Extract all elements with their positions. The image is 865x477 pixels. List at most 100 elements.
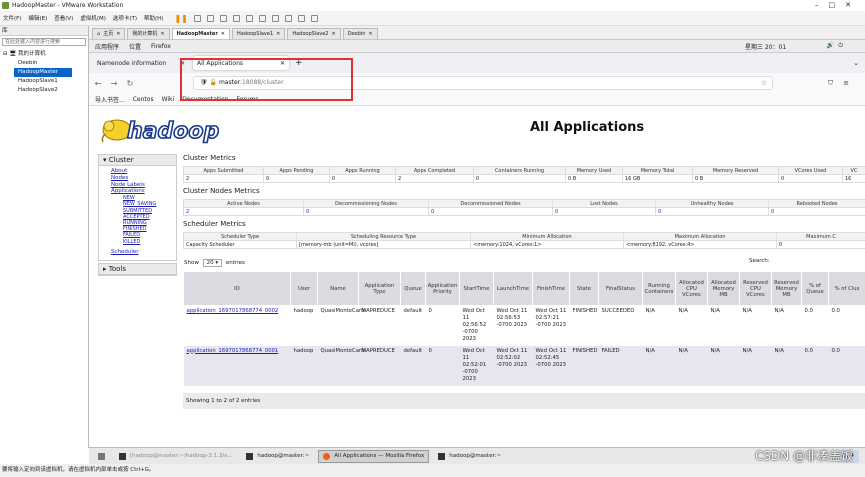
- column-header-priority[interactable]: Application Priority: [425, 271, 460, 306]
- bookmark-forums[interactable]: Forums: [236, 96, 258, 103]
- column-header-finalstatus[interactable]: FinalStatus: [598, 271, 643, 306]
- app-id-link[interactable]: application_1697017868774_0001: [183, 345, 291, 386]
- close-icon: ✕: [368, 31, 373, 37]
- table-cell: FAILED: [598, 345, 643, 386]
- firefox-tab-strip: Namenode information ✕ All Applications …: [89, 53, 865, 73]
- new-tab-button[interactable]: +: [295, 58, 303, 68]
- nav-link-about[interactable]: About: [111, 168, 176, 175]
- nav-cluster-header[interactable]: ▾ Cluster: [99, 155, 176, 166]
- metric-value-link[interactable]: 0: [655, 207, 769, 216]
- metric-value-link[interactable]: 0: [768, 207, 865, 216]
- column-header-app-type[interactable]: Application Type: [358, 271, 401, 306]
- column-header-user[interactable]: User: [290, 271, 318, 306]
- bookmark-centos[interactable]: Centos: [133, 96, 154, 103]
- tab-hadoopmaster[interactable]: HadoopMaster ✕: [171, 28, 230, 39]
- column-header-id[interactable]: ID: [183, 271, 291, 306]
- menu-tabs[interactable]: 选项卡(T): [113, 14, 137, 22]
- menu-vm[interactable]: 虚拟机(M): [80, 14, 106, 22]
- menu-view[interactable]: 查看(V): [54, 14, 73, 22]
- list-tabs-icon[interactable]: ⌄: [853, 59, 859, 67]
- taskbar-item-terminal-3[interactable]: hadoop@master:~: [433, 450, 506, 463]
- nav-link-nodes[interactable]: Nodes: [111, 175, 176, 182]
- bookmark-star-icon[interactable]: ☆: [761, 77, 767, 89]
- close-icon: ✕: [160, 31, 165, 37]
- tab-hadoopslave2[interactable]: HadoopSlave2 ✕: [287, 28, 341, 39]
- column-header-pct-queue[interactable]: % of Queue: [801, 271, 829, 306]
- column-header-queue[interactable]: Queue: [400, 271, 426, 306]
- metric-value-link[interactable]: 0: [428, 207, 553, 216]
- console-view-icon[interactable]: [297, 14, 305, 22]
- window-controls[interactable]: –□✕: [815, 0, 861, 11]
- tree-my-computer[interactable]: ⊟ 🖥 我的计算机: [0, 50, 88, 59]
- column-header-reserved-vcores[interactable]: Reserved CPU VCores: [739, 271, 772, 306]
- fullscreen-icon[interactable]: [271, 14, 279, 22]
- tab-deebin[interactable]: Deebin ✕: [342, 28, 378, 39]
- entries-select[interactable]: 20 ▾: [202, 259, 223, 267]
- stretch-icon[interactable]: [310, 14, 318, 22]
- library-view-icon[interactable]: [245, 14, 253, 22]
- tree-vm-deebin[interactable]: Deebin: [0, 59, 88, 68]
- column-header-allocated-vcores[interactable]: Allocated CPU VCores: [675, 271, 708, 306]
- tab-home[interactable]: ⌂ 主页 ✕: [92, 28, 126, 39]
- library-search-input[interactable]: 在此处键入内容进行搜索: [2, 38, 86, 46]
- snapshot-icon[interactable]: [206, 14, 214, 22]
- unity-icon[interactable]: [284, 14, 292, 22]
- forward-icon[interactable]: →: [107, 79, 121, 88]
- pause-icon[interactable]: ❚❚: [174, 14, 187, 23]
- tab-hadoopslave1[interactable]: HadoopSlave1 ✕: [232, 28, 286, 39]
- column-header-reserved-memory[interactable]: Reserved Memory MB: [771, 271, 802, 306]
- metric-value-link[interactable]: 0: [552, 207, 656, 216]
- browser-tab-all-applications[interactable]: All Applications ✕: [193, 56, 289, 70]
- nav-tools-header[interactable]: ▸ Tools: [99, 263, 176, 275]
- show-desktop-icon[interactable]: [93, 450, 110, 463]
- bookmark-documentation[interactable]: Documentation: [182, 96, 228, 103]
- metric-value: 0 B: [692, 174, 779, 183]
- app-id-link[interactable]: application_1697017868774_0002: [183, 305, 291, 346]
- tree-vm-hadoopslave1[interactable]: HadoopSlave1: [0, 77, 88, 86]
- column-header-running-containers[interactable]: Running Containers: [642, 271, 676, 306]
- manage-snapshots-icon[interactable]: [232, 14, 240, 22]
- column-header-allocated-memory[interactable]: Allocated Memory MB: [707, 271, 740, 306]
- back-icon[interactable]: ←: [91, 79, 105, 88]
- nav-link-node-labels[interactable]: Node Labels: [111, 182, 176, 189]
- nav-link-scheduler[interactable]: Scheduler: [111, 249, 176, 256]
- send-ctrl-alt-del-icon[interactable]: [193, 14, 201, 22]
- taskbar-item-firefox[interactable]: All Applications — Mozilla Firefox: [318, 449, 430, 463]
- menu-edit[interactable]: 编辑(E): [28, 14, 47, 22]
- gnome-applications-menu[interactable]: 应用程序: [95, 42, 119, 51]
- column-header-launchtime[interactable]: LaunchTime: [493, 271, 533, 306]
- column-header-pct-cluster[interactable]: % of Clus: [828, 271, 865, 306]
- scheduler-metrics-title: Scheduler Metrics: [183, 220, 246, 228]
- bookmark-import[interactable]: 导入书签...: [95, 95, 125, 104]
- thumbnail-view-icon[interactable]: [258, 14, 266, 22]
- tree-vm-hadoopmaster[interactable]: HadoopMaster: [14, 68, 72, 77]
- column-header-state[interactable]: State: [569, 271, 599, 306]
- browser-tab-namenode[interactable]: Namenode information ✕: [93, 56, 189, 70]
- column-header-finishtime[interactable]: FinishTime: [532, 271, 570, 306]
- metric-header: Containers Running: [473, 166, 566, 175]
- bookmark-wiki[interactable]: Wiki: [162, 96, 175, 103]
- column-header-starttime[interactable]: StartTime: [459, 271, 494, 306]
- nav-link-state-killed[interactable]: KILLED: [111, 239, 176, 245]
- taskbar-item-terminal-1[interactable]: [hadoop@master:~/hadoop-3.1.3/s...: [114, 450, 237, 463]
- url-bar[interactable]: 🛡 🔓 master:18088/cluster ☆: [193, 76, 773, 90]
- menu-help[interactable]: 帮助(H): [144, 14, 163, 22]
- reload-icon[interactable]: ↻: [123, 79, 137, 88]
- tab-my-computer[interactable]: 我的计算机 ✕: [127, 28, 170, 39]
- browser-toolbar-icons[interactable]: ⛉≡: [828, 79, 859, 88]
- nav-link-applications[interactable]: Applications: [111, 188, 176, 195]
- metric-value: 0: [776, 240, 865, 249]
- revert-snapshot-icon[interactable]: [219, 14, 227, 22]
- system-tray-icons[interactable]: 🔊⏻: [827, 42, 847, 50]
- metric-value-link[interactable]: 2: [183, 207, 304, 216]
- table-cell: N/A: [739, 345, 772, 386]
- menu-file[interactable]: 文件(F): [3, 14, 21, 22]
- close-tab-icon[interactable]: ✕: [280, 60, 285, 67]
- close-tab-icon[interactable]: ✕: [180, 60, 185, 67]
- metric-value-link[interactable]: 0: [303, 207, 429, 216]
- nodes-metrics-title: Cluster Nodes Metrics: [183, 187, 260, 195]
- taskbar-item-terminal-2[interactable]: hadoop@master:~: [241, 450, 314, 463]
- column-header-name[interactable]: Name: [317, 271, 359, 306]
- tree-vm-hadoopslave2[interactable]: HadoopSlave2: [0, 86, 88, 95]
- gnome-places-menu[interactable]: 位置: [129, 42, 141, 51]
